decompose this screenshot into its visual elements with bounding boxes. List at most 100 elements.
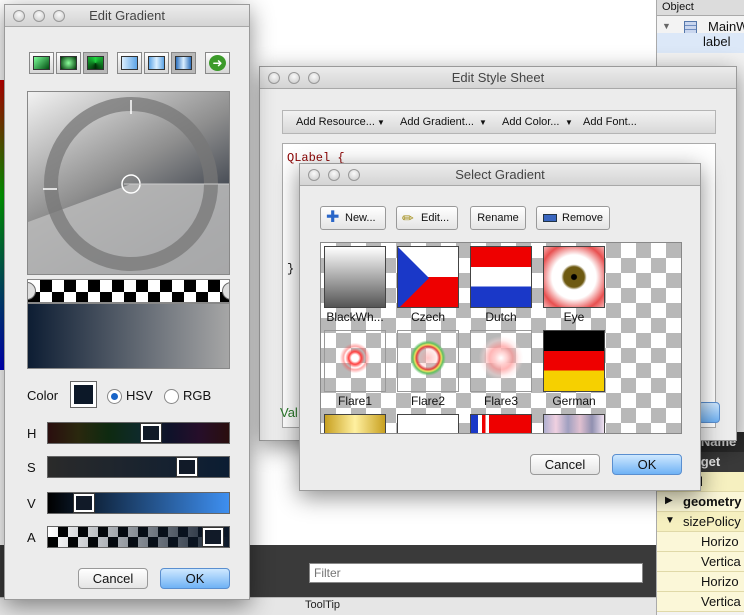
alpha-slider[interactable] xyxy=(47,526,230,548)
dropdown-arrow-icon[interactable]: ▼ xyxy=(565,118,573,127)
gradient-item[interactable] xyxy=(540,411,608,433)
pad-spread-button[interactable] xyxy=(117,52,142,74)
conical-gradient-icon xyxy=(87,56,104,70)
gradient-item[interactable]: Eye xyxy=(540,243,608,327)
close-window-button[interactable] xyxy=(308,169,320,181)
dropdown-arrow-icon[interactable]: ▼ xyxy=(377,118,385,127)
gradient-item[interactable]: German xyxy=(540,327,608,411)
gradient-item[interactable] xyxy=(467,411,535,433)
conical-editor-overlay xyxy=(28,97,229,274)
add-color-button[interactable]: Add Color... xyxy=(502,116,559,128)
gradient-name: Flare2 xyxy=(410,394,445,408)
cancel-button[interactable]: Cancel xyxy=(78,568,148,589)
rgb-radio[interactable] xyxy=(164,389,179,404)
tree-item-label: label xyxy=(703,34,731,49)
title-bar: Edit Style Sheet xyxy=(260,67,736,89)
prop-vertical-stretch[interactable]: Vertica xyxy=(657,592,744,612)
gradient-thumbnail xyxy=(470,414,532,433)
slider-handle[interactable] xyxy=(202,527,224,547)
slider-handle[interactable] xyxy=(176,457,198,477)
ok-button-partial[interactable] xyxy=(698,402,720,423)
reflect-spread-button[interactable] xyxy=(171,52,196,74)
tooltip-column: ToolTip xyxy=(305,599,341,611)
value-slider[interactable] xyxy=(47,492,230,514)
linear-type-button[interactable] xyxy=(29,52,54,74)
gradient-thumbnail xyxy=(470,330,532,392)
gradient-item[interactable]: Flare1 xyxy=(321,327,389,411)
rename-button[interactable]: Rename xyxy=(470,206,526,230)
gradient-bar xyxy=(27,303,230,369)
zoom-window-button[interactable] xyxy=(53,10,65,22)
prop-sizepolicy[interactable]: ▼ sizePolicy xyxy=(657,512,744,532)
expand-arrow-icon[interactable]: ▼ xyxy=(665,515,675,526)
gradient-name: Dutch xyxy=(485,310,517,324)
stop-handle[interactable] xyxy=(28,282,36,300)
select-gradient-dialog: Select Gradient ✚ New... ✏ Edit... Renam… xyxy=(299,163,701,491)
title-bar: Select Gradient xyxy=(300,164,700,186)
radial-gradient-icon xyxy=(60,56,77,70)
remove-gradient-button[interactable]: Remove xyxy=(536,206,610,230)
radial-type-button[interactable] xyxy=(56,52,81,74)
pencil-icon: ✏ xyxy=(402,210,414,226)
prop-geometry[interactable]: ▶ geometry xyxy=(657,492,744,512)
gradient-item[interactable]: Czech xyxy=(394,243,462,327)
slider-handle[interactable] xyxy=(73,493,95,513)
gradient-item[interactable]: Flare3 xyxy=(467,327,535,411)
button-label: New... xyxy=(345,212,376,224)
hue-slider[interactable] xyxy=(47,422,230,444)
s-label: S xyxy=(27,460,36,475)
gradient-item[interactable] xyxy=(394,411,462,433)
slider-handle[interactable] xyxy=(140,423,162,443)
gradient-thumbnail xyxy=(397,246,459,308)
a-label: A xyxy=(27,530,36,545)
expand-arrow-icon[interactable]: ▶ xyxy=(665,495,673,506)
close-window-button[interactable] xyxy=(268,72,280,84)
conical-type-button[interactable] xyxy=(83,52,108,74)
prop-horizontal-policy[interactable]: Horizo xyxy=(657,532,744,552)
add-font-button[interactable]: Add Font... xyxy=(583,116,637,128)
ok-button[interactable]: OK xyxy=(612,454,682,475)
add-gradient-button[interactable]: Add Gradient... xyxy=(400,116,474,128)
minimize-window-button[interactable] xyxy=(33,10,45,22)
plus-icon: ✚ xyxy=(326,209,340,226)
button-label: Remove xyxy=(562,212,603,224)
color-button[interactable] xyxy=(70,381,97,408)
stop-handle[interactable] xyxy=(222,282,229,300)
saturation-slider[interactable] xyxy=(47,456,230,478)
filter-input[interactable] xyxy=(309,563,643,583)
style-toolbar: Add Resource... ▼ Add Gradient... ▼ Add … xyxy=(282,110,716,134)
gradient-item[interactable]: Flare2 xyxy=(394,327,462,411)
expand-arrow-icon[interactable]: ▼ xyxy=(662,21,671,31)
gradient-name: Eye xyxy=(563,310,585,324)
cancel-button[interactable]: Cancel xyxy=(530,454,600,475)
gradient-item[interactable] xyxy=(321,411,389,433)
alpha-overlay xyxy=(48,527,229,547)
minimize-window-button[interactable] xyxy=(328,169,340,181)
gradient-stops-editor[interactable] xyxy=(27,279,230,303)
edit-gradient-button[interactable]: ✏ Edit... xyxy=(396,206,458,230)
repeat-spread-button[interactable] xyxy=(144,52,169,74)
prop-vertical-policy[interactable]: Vertica xyxy=(657,552,744,572)
gradient-item[interactable]: Dutch xyxy=(467,243,535,327)
zoom-window-button[interactable] xyxy=(308,72,320,84)
details-button[interactable]: ➜ xyxy=(205,52,230,74)
dropdown-arrow-icon[interactable]: ▼ xyxy=(479,118,487,127)
hsv-radio[interactable] xyxy=(107,389,122,404)
gradient-thumbnail xyxy=(324,330,386,392)
close-window-button[interactable] xyxy=(13,10,25,22)
tree-item-label-widget[interactable]: label xyxy=(657,33,744,53)
prop-horizontal-stretch[interactable]: Horizo xyxy=(657,572,744,592)
gradient-thumbnail xyxy=(397,330,459,392)
new-gradient-button[interactable]: ✚ New... xyxy=(320,206,386,230)
gradient-name: German xyxy=(552,394,596,408)
minimize-window-button[interactable] xyxy=(288,72,300,84)
window-title: Edit Gradient xyxy=(89,8,165,23)
ok-button[interactable]: OK xyxy=(160,568,230,589)
window-title: Select Gradient xyxy=(455,167,545,182)
gradient-grid: BlackWh... Czech Dutch Eye Flare1 Flare2… xyxy=(320,242,682,434)
gradient-preview[interactable] xyxy=(27,91,230,275)
gradient-item[interactable]: BlackWh... xyxy=(321,243,389,327)
add-resource-button[interactable]: Add Resource... xyxy=(296,116,375,128)
zoom-window-button[interactable] xyxy=(348,169,360,181)
current-color-swatch xyxy=(74,385,93,404)
